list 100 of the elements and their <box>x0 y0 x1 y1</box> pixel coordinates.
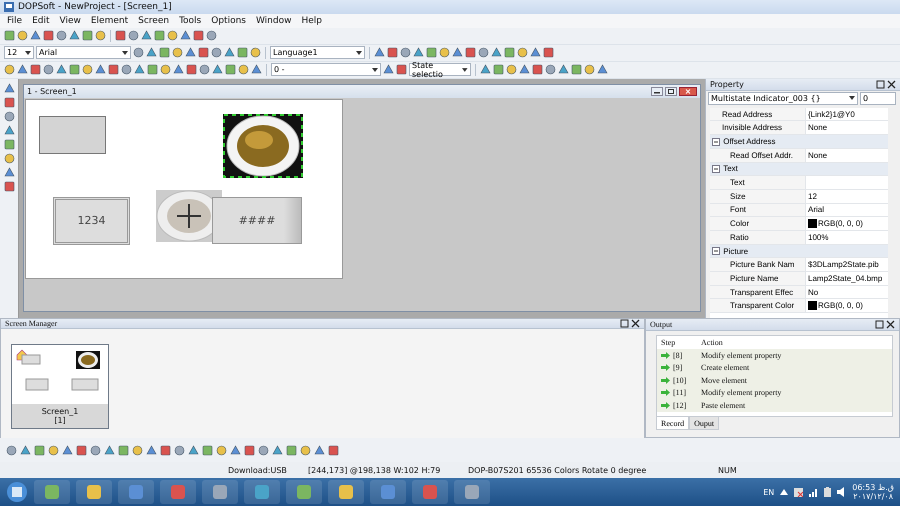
tool-icon[interactable] <box>90 444 101 456</box>
dropdown-arrow-icon[interactable] <box>25 50 31 55</box>
close-icon[interactable] <box>875 320 895 330</box>
dropdown-arrow-icon[interactable] <box>122 50 128 55</box>
tool-icon[interactable] <box>56 64 67 76</box>
tool-icon[interactable] <box>374 47 385 58</box>
tool-icon[interactable] <box>95 30 106 42</box>
tool-icon[interactable] <box>115 30 126 42</box>
menu-item[interactable]: Element <box>86 16 134 26</box>
spin-field[interactable]: 0 <box>860 92 896 105</box>
tool-icon[interactable] <box>193 30 204 42</box>
tool-icon[interactable] <box>104 444 115 456</box>
tool-icon[interactable] <box>198 47 209 58</box>
tool-icon[interactable] <box>4 124 14 136</box>
tool-icon[interactable] <box>238 64 249 76</box>
tool-icon[interactable] <box>128 30 139 42</box>
dropdown-arrow-icon[interactable] <box>849 96 855 100</box>
tool-icon[interactable] <box>146 444 157 456</box>
tool-icon[interactable] <box>571 64 582 76</box>
dropdown-arrow-icon[interactable] <box>372 68 378 72</box>
tool-icon[interactable] <box>6 444 17 456</box>
tool-icon[interactable] <box>413 47 424 58</box>
property-value[interactable]: RGB(0, 0, 0) <box>806 217 888 230</box>
property-value[interactable]: RGB(0, 0, 0) <box>806 299 888 312</box>
screen-thumbnail[interactable]: Screen_1 [1] <box>11 344 109 430</box>
tool-icon[interactable] <box>202 444 213 456</box>
tool-icon[interactable] <box>258 444 269 456</box>
tool-icon[interactable] <box>396 64 407 76</box>
tool-icon[interactable] <box>108 64 119 76</box>
language-dropdown[interactable]: Language1 <box>270 46 365 60</box>
tool-icon[interactable] <box>545 64 556 76</box>
state-dropdown[interactable]: 0 - <box>271 63 381 76</box>
signal-icon[interactable] <box>809 488 818 497</box>
tool-icon[interactable] <box>4 30 15 42</box>
tab[interactable]: Record <box>656 417 690 430</box>
tool-icon[interactable] <box>48 444 59 456</box>
tool-icon[interactable] <box>134 64 145 76</box>
collapse-icon[interactable] <box>712 138 720 146</box>
tab[interactable]: Ouput <box>689 417 720 430</box>
collapse-icon[interactable] <box>712 164 720 173</box>
tool-icon[interactable] <box>465 47 476 58</box>
dropdown-arrow-icon[interactable] <box>462 68 468 72</box>
speaker-icon[interactable] <box>837 487 846 498</box>
property-value[interactable]: No <box>806 286 888 298</box>
restore-icon[interactable] <box>665 86 677 96</box>
tool-icon[interactable] <box>272 444 283 456</box>
tool-icon[interactable] <box>558 64 569 76</box>
tool-icon[interactable] <box>17 64 28 76</box>
tool-icon[interactable] <box>146 47 157 58</box>
property-value[interactable]: 100% <box>806 230 888 244</box>
close-icon[interactable] <box>620 319 640 328</box>
tool-icon[interactable] <box>159 47 170 58</box>
tool-icon[interactable] <box>504 47 515 58</box>
battery-icon[interactable] <box>824 487 832 498</box>
collapse-icon[interactable] <box>712 247 720 256</box>
tool-icon[interactable] <box>251 64 262 76</box>
tool-icon[interactable] <box>154 30 165 42</box>
language-indicator[interactable]: EN <box>763 488 774 497</box>
tool-icon[interactable] <box>244 444 255 456</box>
tool-icon[interactable] <box>383 64 394 76</box>
app-icon[interactable] <box>338 484 354 500</box>
tool-icon[interactable] <box>132 444 143 456</box>
tool-icon[interactable] <box>584 64 595 76</box>
tool-icon[interactable] <box>56 30 67 42</box>
tool-icon[interactable] <box>597 64 608 76</box>
tool-icon[interactable] <box>167 30 178 42</box>
tool-icon[interactable] <box>160 444 171 456</box>
tool-icon[interactable] <box>300 444 311 456</box>
tool-icon[interactable] <box>530 47 541 58</box>
property-value[interactable]: 12 <box>806 190 888 203</box>
minimize-icon[interactable] <box>651 86 663 96</box>
property-value[interactable]: None <box>806 121 888 134</box>
menu-item[interactable]: File <box>2 16 28 26</box>
close-icon[interactable] <box>876 80 896 89</box>
tool-icon[interactable] <box>493 64 504 76</box>
menu-item[interactable]: Screen <box>133 16 174 26</box>
close-icon[interactable] <box>679 86 697 96</box>
tool-icon[interactable] <box>532 64 543 76</box>
tool-icon[interactable] <box>286 444 297 456</box>
tool-icon[interactable] <box>328 444 339 456</box>
tool-icon[interactable] <box>4 180 14 192</box>
tool-icon[interactable] <box>43 64 54 76</box>
tool-icon[interactable] <box>186 64 197 76</box>
tool-icon[interactable] <box>160 64 171 76</box>
tool-icon[interactable] <box>172 47 183 58</box>
tool-icon[interactable] <box>133 47 144 58</box>
tool-icon[interactable] <box>452 47 463 58</box>
property-value[interactable]: Arial <box>806 204 888 216</box>
menu-item[interactable]: Tools <box>174 16 206 26</box>
menu-item[interactable]: Window <box>250 16 296 26</box>
font-dropdown[interactable]: Arial <box>36 46 131 60</box>
button-element[interactable] <box>39 116 106 154</box>
tool-icon[interactable] <box>543 47 554 58</box>
tool-icon[interactable] <box>95 64 106 76</box>
tool-icon[interactable] <box>121 64 132 76</box>
start-icon[interactable] <box>6 481 28 504</box>
tool-icon[interactable] <box>478 47 489 58</box>
flag-icon[interactable] <box>794 488 804 497</box>
tool-icon[interactable] <box>426 47 437 58</box>
tool-icon[interactable] <box>212 64 223 76</box>
